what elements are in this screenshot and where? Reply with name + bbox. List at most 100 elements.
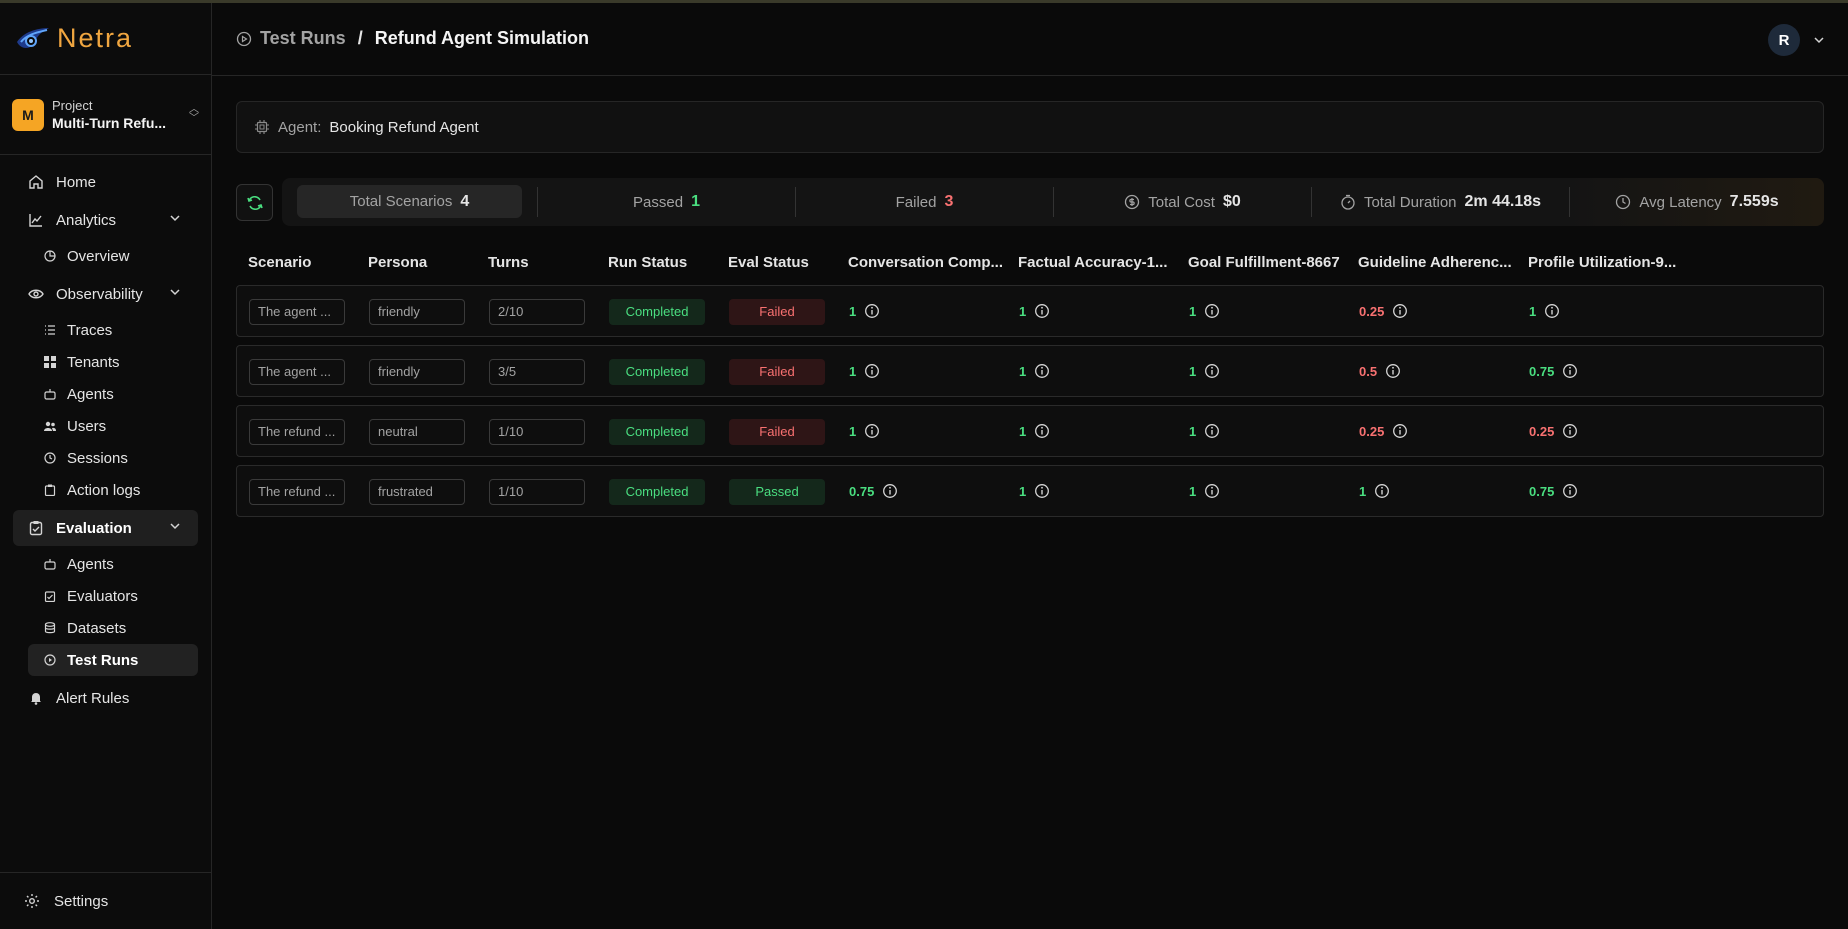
scenario-cell[interactable]: The refund ... xyxy=(249,479,345,505)
table-row[interactable]: The agent ... friendly 2/10 Completed Fa… xyxy=(236,285,1824,337)
project-name: Multi-Turn Refu... xyxy=(52,115,167,131)
info-icon[interactable] xyxy=(1204,483,1220,499)
run-status-badge: Completed xyxy=(609,479,705,505)
score-cell: 1 xyxy=(1019,363,1050,379)
score-value: 1 xyxy=(1189,423,1197,439)
bot-icon xyxy=(44,558,56,570)
turns-cell[interactable]: 1/10 xyxy=(489,479,585,505)
sidebar-item-tenants[interactable]: Tenants xyxy=(28,346,198,378)
sidebar-item-label: Agents xyxy=(67,385,114,403)
eye-icon xyxy=(28,286,44,302)
scenario-cell[interactable]: The agent ... xyxy=(249,359,345,385)
column-header[interactable]: Persona xyxy=(368,254,427,271)
sidebar-item-home[interactable]: Home xyxy=(13,164,198,200)
persona-cell[interactable]: friendly xyxy=(369,299,465,325)
info-icon[interactable] xyxy=(1562,363,1578,379)
column-header[interactable]: Run Status xyxy=(608,254,687,271)
score-cell: 1 xyxy=(1019,423,1050,439)
score-cell: 0.75 xyxy=(849,483,898,499)
chevron-down-icon[interactable] xyxy=(1812,33,1826,47)
info-icon[interactable] xyxy=(1204,303,1220,319)
persona-cell[interactable]: neutral xyxy=(369,419,465,445)
info-icon[interactable] xyxy=(1034,363,1050,379)
column-header[interactable]: Scenario xyxy=(248,254,311,271)
info-icon[interactable] xyxy=(1374,483,1390,499)
info-icon[interactable] xyxy=(1544,303,1560,319)
page-header: Test Runs / Refund Agent Simulation R xyxy=(212,3,1848,76)
turns-cell[interactable]: 2/10 xyxy=(489,299,585,325)
score-value: 1 xyxy=(1019,423,1027,439)
info-icon[interactable] xyxy=(1392,423,1408,439)
column-header[interactable]: Eval Status xyxy=(728,254,809,271)
pie-chart-icon xyxy=(44,250,56,262)
column-header[interactable]: Conversation Comp... xyxy=(848,254,1003,271)
sidebar-item-observability[interactable]: Observability xyxy=(13,276,198,312)
score-cell: 0.25 xyxy=(1529,423,1578,439)
info-icon[interactable] xyxy=(882,483,898,499)
score-cell: 1 xyxy=(1019,483,1050,499)
stopwatch-icon xyxy=(1341,194,1355,210)
refresh-button[interactable] xyxy=(236,184,273,221)
stat-value: 2m 44.18s xyxy=(1464,193,1542,210)
stat-label: Total Scenarios xyxy=(349,193,453,210)
sidebar-item-traces[interactable]: Traces xyxy=(28,314,198,346)
info-icon[interactable] xyxy=(1562,423,1578,439)
sidebar-item-sessions[interactable]: Sessions xyxy=(28,442,198,474)
column-header[interactable]: Turns xyxy=(488,254,529,271)
info-icon[interactable] xyxy=(864,363,880,379)
grid-icon xyxy=(44,356,56,368)
info-icon[interactable] xyxy=(1034,483,1050,499)
logo[interactable]: Netra xyxy=(0,3,211,75)
stat-label: Passed xyxy=(633,193,684,211)
stat-label: Avg Latency xyxy=(1639,193,1722,211)
breadcrumb-separator: / xyxy=(357,28,363,48)
column-header[interactable]: Factual Accuracy-1... xyxy=(1018,254,1168,271)
sidebar-item-overview[interactable]: Overview xyxy=(28,240,198,272)
sidebar-item-evaluators[interactable]: Evaluators xyxy=(28,580,198,612)
bell-icon xyxy=(28,690,44,706)
avatar[interactable]: R xyxy=(1768,24,1800,56)
persona-cell[interactable]: friendly xyxy=(369,359,465,385)
info-icon[interactable] xyxy=(864,303,880,319)
sidebar-item-datasets[interactable]: Datasets xyxy=(28,612,198,644)
column-header[interactable]: Profile Utilization-9... xyxy=(1528,254,1676,271)
sidebar-item-analytics[interactable]: Analytics xyxy=(13,202,198,238)
project-label: Project xyxy=(52,98,93,113)
sidebar-item-label: Settings xyxy=(54,892,109,910)
breadcrumb-test-runs[interactable]: Test Runs xyxy=(260,28,346,49)
info-icon[interactable] xyxy=(864,423,880,439)
sidebar-item-agents[interactable]: Agents xyxy=(28,378,198,410)
table-row[interactable]: The refund ... neutral 1/10 Completed Fa… xyxy=(236,405,1824,457)
info-icon[interactable] xyxy=(1385,363,1401,379)
sidebar-item-eval-agents[interactable]: Agents xyxy=(28,548,198,580)
column-header[interactable]: Guideline Adherenc... xyxy=(1358,254,1512,271)
info-icon[interactable] xyxy=(1034,423,1050,439)
sidebar-item-settings[interactable]: Settings xyxy=(0,872,211,929)
sidebar-item-evaluation[interactable]: Evaluation xyxy=(13,510,198,546)
scenario-cell[interactable]: The refund ... xyxy=(249,419,345,445)
info-icon[interactable] xyxy=(1562,483,1578,499)
score-value: 1 xyxy=(1019,483,1027,499)
persona-cell[interactable]: frustrated xyxy=(369,479,465,505)
scenario-cell[interactable]: The agent ... xyxy=(249,299,345,325)
project-switcher[interactable]: M Project Multi-Turn Refu... ︿ ﹀ xyxy=(0,75,211,155)
list-icon xyxy=(44,324,56,336)
info-icon[interactable] xyxy=(1204,363,1220,379)
table-row[interactable]: The refund ... frustrated 1/10 Completed… xyxy=(236,465,1824,517)
sidebar-item-action-logs[interactable]: Action logs xyxy=(28,474,198,506)
sidebar-item-test-runs[interactable]: Test Runs xyxy=(28,644,198,676)
turns-cell[interactable]: 3/5 xyxy=(489,359,585,385)
info-icon[interactable] xyxy=(1392,303,1408,319)
sidebar-item-users[interactable]: Users xyxy=(28,410,198,442)
score-cell: 1 xyxy=(1529,303,1560,319)
sidebar-item-label: Overview xyxy=(67,247,130,265)
table-row[interactable]: The agent ... friendly 3/5 Completed Fai… xyxy=(236,345,1824,397)
score-value: 1 xyxy=(1189,303,1197,319)
info-icon[interactable] xyxy=(1204,423,1220,439)
stat-value: 4 xyxy=(460,192,470,210)
sidebar-item-alert-rules[interactable]: Alert Rules xyxy=(13,680,198,716)
column-header[interactable]: Goal Fulfillment-8667 xyxy=(1188,254,1340,271)
play-circle-icon xyxy=(236,31,252,46)
turns-cell[interactable]: 1/10 xyxy=(489,419,585,445)
info-icon[interactable] xyxy=(1034,303,1050,319)
